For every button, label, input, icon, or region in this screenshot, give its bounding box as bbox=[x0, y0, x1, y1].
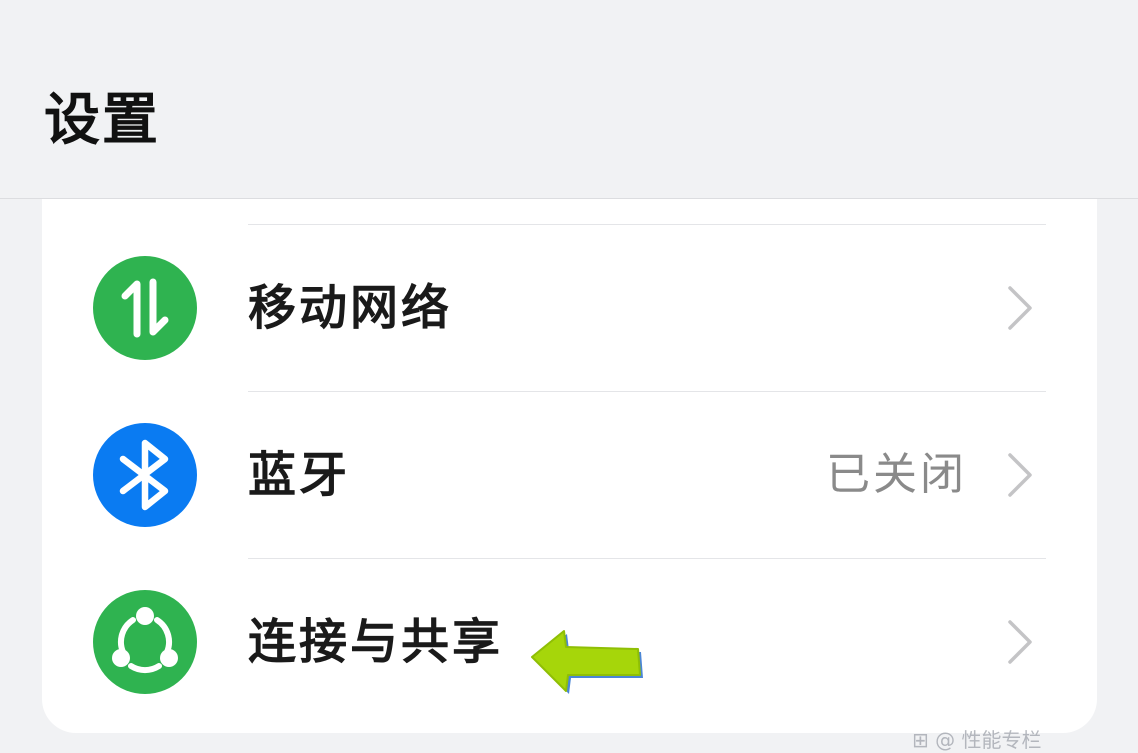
chevron-right-icon bbox=[1008, 286, 1032, 330]
settings-item-bluetooth[interactable]: 蓝牙 已关闭 bbox=[42, 392, 1097, 558]
watermark: ⊞ @ 性能专栏 bbox=[912, 728, 1042, 752]
page-header: 设置 bbox=[0, 0, 1138, 199]
bluetooth-icon bbox=[93, 423, 197, 527]
settings-item-mobile-network[interactable]: 移动网络 bbox=[42, 225, 1097, 391]
connection-sharing-icon bbox=[93, 590, 197, 694]
mobile-network-icon bbox=[93, 256, 197, 360]
bluetooth-status: 已关闭 bbox=[826, 449, 967, 500]
settings-item-label: 移动网络 bbox=[248, 280, 453, 336]
page-title: 设置 bbox=[44, 88, 160, 153]
settings-item-label: 蓝牙 bbox=[248, 447, 351, 503]
annotation-arrow-icon bbox=[531, 630, 643, 694]
chevron-right-icon bbox=[1008, 453, 1032, 497]
settings-item-label: 连接与共享 bbox=[248, 614, 504, 670]
chevron-right-icon bbox=[1008, 620, 1032, 664]
